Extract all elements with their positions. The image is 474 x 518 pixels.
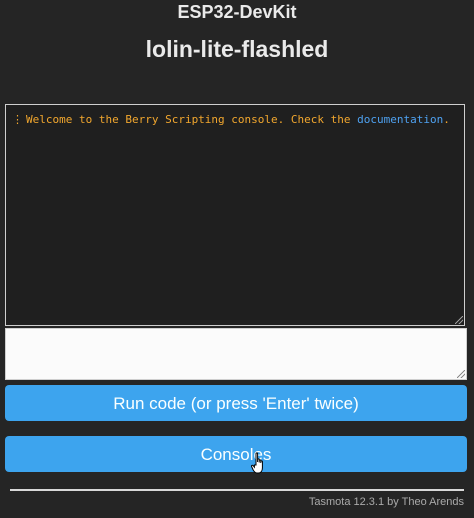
welcome-text: Welcome to the Berry Scripting console. … — [26, 113, 358, 126]
footer-credit: Tasmota 12.3.1 by Theo Arends — [308, 496, 464, 508]
command-input[interactable] — [5, 328, 467, 380]
consoles-button[interactable]: Consoles — [5, 436, 467, 472]
documentation-link[interactable]: documentation — [357, 113, 443, 126]
footer-divider — [10, 489, 464, 491]
console-output[interactable]: ⋮ Welcome to the Berry Scripting console.… — [5, 104, 465, 326]
line-marker-icon: ⋮ — [12, 113, 23, 126]
input-resize-grip-icon[interactable] — [457, 370, 465, 378]
welcome-suffix: . — [443, 113, 450, 126]
device-name: ESP32-DevKit — [177, 2, 297, 22]
console-welcome-line: ⋮ Welcome to the Berry Scripting console.… — [12, 113, 450, 126]
run-code-button[interactable]: Run code (or press 'Enter' twice) — [5, 385, 467, 421]
page-title: lolin-lite-flashled — [145, 36, 329, 62]
hand-pointer-icon — [251, 452, 263, 474]
console-resize-grip-icon[interactable] — [455, 316, 463, 324]
